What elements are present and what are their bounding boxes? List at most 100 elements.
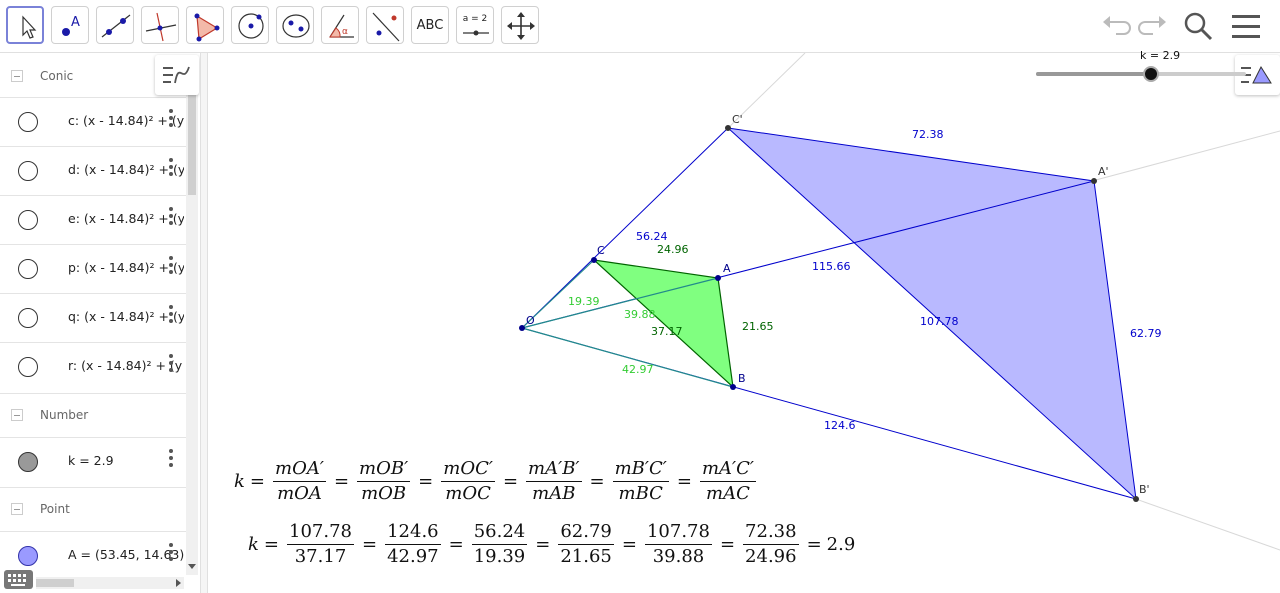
algebra-row-p[interactable]: p: (x - 14.84)² + (y [0,244,186,293]
label-C-prime: C' [732,113,743,126]
line-tool-button[interactable] [96,6,134,44]
graphics-view[interactable]: O A B C A' B' C' 56.24 72.38 115.66 107.… [208,53,1280,593]
group-header-number[interactable]: Number [0,393,186,438]
label-A: A [723,262,731,275]
polygon-tool-button[interactable] [186,6,224,44]
length-OA: 37.17 [651,325,683,338]
visibility-toggle-icon[interactable] [18,112,38,132]
ellipse-icon [282,14,310,38]
more-options-icon[interactable] [166,540,176,570]
slider-handle[interactable] [1143,66,1159,82]
algebra-row-e[interactable]: e: (x - 14.84)² + (y [0,195,186,244]
length-C-prime-A-prime: 72.38 [912,128,944,141]
more-options-icon[interactable] [166,253,176,283]
algebra-view: Conic c: (x - 14.84)² + (y d: (x - 14.84… [0,53,200,593]
visibility-toggle-icon[interactable] [18,308,38,328]
circle-tool-button[interactable] [231,6,269,44]
search-button[interactable] [1180,8,1216,44]
angle-tool-button[interactable]: α [321,6,359,44]
collapse-icon[interactable] [11,503,23,515]
keyboard-button[interactable] [4,570,33,589]
image-triangle[interactable] [726,127,1137,501]
point-A[interactable] [715,275,721,281]
slider-icon [463,30,489,36]
point-A-prime[interactable] [1091,178,1097,184]
algebra-row-c[interactable]: c: (x - 14.84)² + (y [0,97,186,146]
more-options-icon[interactable] [166,155,176,185]
label-A-prime: A' [1098,165,1109,178]
label-O: O [526,314,535,327]
group-header-point[interactable]: Point [0,487,186,532]
length-CA: 24.96 [657,243,689,256]
move-graphics-tool-button[interactable] [501,6,539,44]
more-options-icon[interactable] [166,204,176,234]
algebra-row-d[interactable]: d: (x - 14.84)² + (y [0,146,186,195]
text-tool-button[interactable]: ABC [411,6,449,44]
collapse-icon[interactable] [11,70,23,82]
point-B-prime[interactable] [1133,496,1139,502]
more-options-icon[interactable] [166,351,176,381]
length-OB: 42.97 [622,363,654,376]
reflect-tool-button[interactable] [366,6,404,44]
algebra-row-r[interactable]: r: (x - 14.84)² + (y [0,342,186,391]
visibility-toggle-icon[interactable] [18,259,38,279]
visibility-toggle-icon[interactable] [18,546,38,566]
more-options-icon[interactable] [166,106,176,136]
point-B[interactable] [730,384,736,390]
label-B-prime: B' [1139,483,1150,496]
length-AB: 21.65 [742,320,774,333]
length-A-prime-B-prime: 62.79 [1130,327,1162,340]
length-OC: 19.39 [568,295,600,308]
scroll-down-icon[interactable] [187,561,197,571]
ratio-formula-symbolic: k = mOA′ mOA = mOB′ mOB = mOC′ mOC = mA′B′ m… [234,458,756,504]
move-tool-button[interactable] [6,6,44,44]
circle-icon [238,13,264,39]
cursor-icon [22,15,37,39]
line-icon [101,14,131,38]
length-BC: 39.88 [624,308,656,321]
point-O[interactable] [519,325,525,331]
angle-icon: α [329,14,354,38]
geometry-canvas[interactable]: O A B C A' B' C' 56.24 72.38 115.66 107.… [208,53,1280,593]
formula-result: 2.9 [826,534,856,555]
horizontal-scroll-thumb[interactable] [36,579,74,587]
algebra-row-q[interactable]: q: (x - 14.84)² + (y [0,293,186,342]
algebra-row-k[interactable]: k = 2.9 [0,437,186,486]
text-tool-label: ABC [416,17,444,33]
perpendicular-line-icon [145,12,177,42]
group-label: Number [40,408,89,422]
menu-icon [1232,15,1260,38]
length-OB-prime: 124.6 [824,419,856,432]
panel-divider[interactable] [200,53,208,593]
formula-lhs: k [248,534,259,555]
slider-tool-button[interactable]: a = 2 [456,6,494,44]
more-options-icon[interactable] [166,302,176,332]
svg-text:A: A [71,15,80,30]
label-B: B [738,372,746,385]
algebra-style-bar-button[interactable] [155,55,199,95]
undo-icon [1103,16,1131,35]
search-icon [1184,12,1213,41]
redo-button[interactable] [1135,8,1171,44]
move-arrows-icon [507,12,535,40]
point-C[interactable] [591,257,597,263]
formula-lhs: k [234,471,245,492]
menu-button[interactable] [1228,8,1264,44]
visibility-toggle-icon[interactable] [18,452,38,472]
length-C-prime-B-prime: 107.78 [920,315,959,328]
scroll-right-icon[interactable] [173,578,183,588]
ellipse-tool-button[interactable] [276,6,314,44]
point-C-prime[interactable] [725,125,731,131]
undo-button[interactable] [1098,8,1134,44]
label-C: C [597,244,605,257]
more-options-icon[interactable] [166,446,176,476]
collapse-icon[interactable] [11,409,23,421]
keyboard-icon [8,574,26,586]
ratio-formula-numeric: k = 107.78 37.17 = 124.6 42.97 = 56.24 19.3… [248,521,856,567]
visibility-toggle-icon[interactable] [18,357,38,377]
vertical-scroll-thumb[interactable] [188,95,196,195]
perpendicular-tool-button[interactable] [141,6,179,44]
visibility-toggle-icon[interactable] [18,210,38,230]
visibility-toggle-icon[interactable] [18,161,38,181]
point-tool-button[interactable]: A [51,6,89,44]
